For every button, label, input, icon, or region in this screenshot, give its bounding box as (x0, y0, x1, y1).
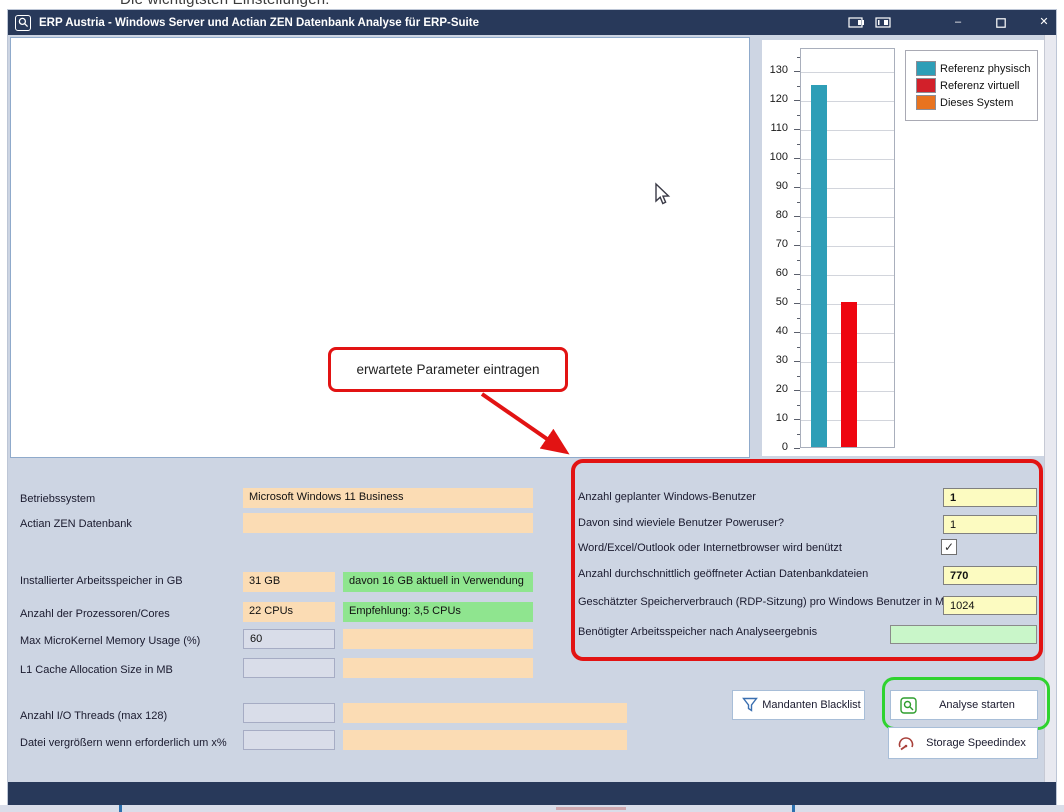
mandanten-blacklist-label: Mandanten Blacklist (759, 699, 864, 711)
datei-vergroessern-field[interactable] (243, 730, 335, 750)
legend-item: Dieses System (916, 95, 1031, 110)
ytick-label: 90 (776, 180, 788, 192)
arbeitsspeicher-field[interactable]: 31 GB (243, 572, 335, 592)
main-content-panel (10, 37, 750, 458)
ytick-label: 60 (776, 267, 788, 279)
analyse-starten-button[interactable]: Analyse starten (890, 690, 1038, 720)
annotation-callout: erwartete Parameter eintragen (328, 347, 568, 392)
ytick-label: 20 (776, 383, 788, 395)
chart-bar-1 (841, 302, 857, 447)
chart-bar-0 (811, 85, 827, 447)
chart-plot (800, 48, 895, 448)
prozessoren-info: Empfehlung: 3,5 CPUs (343, 602, 533, 622)
ytick-label: 30 (776, 354, 788, 366)
mandanten-blacklist-button[interactable]: Mandanten Blacklist (732, 690, 865, 720)
window-title: ERP Austria - Windows Server und Actian … (39, 17, 479, 29)
chart-legend: Referenz physisch Referenz virtuell Dies… (905, 50, 1038, 121)
ytick-label: 120 (770, 93, 788, 105)
maximize-icon (996, 18, 1006, 28)
ytick-label: 80 (776, 209, 788, 221)
actian-zen-field[interactable] (243, 513, 533, 533)
cascade-windows-icon[interactable] (841, 10, 871, 35)
ytick-label: 110 (770, 122, 788, 134)
l1-cache-label: L1 Cache Allocation Size in MB (20, 664, 173, 676)
betriebssystem-label: Betriebssystem (20, 493, 95, 505)
io-threads-field[interactable] (243, 703, 335, 723)
legend-swatch-dieses-system (916, 95, 936, 110)
chart-panel: 0 10 20 30 40 50 60 70 80 90 100 110 120 130 Referenz… (762, 40, 1044, 456)
chart-y-axis: 0102030405060708090100110120130 (762, 48, 800, 448)
screen: Die wichtigtsten Einstellungen: ERP Aust… (0, 0, 1064, 812)
background-page-text: Die wichtigtsten Einstellungen: (120, 0, 330, 8)
close-button[interactable]: ✕ (1029, 10, 1059, 35)
storage-speedindex-button[interactable]: Storage Speedindex (888, 727, 1038, 759)
annotation-callout-text: erwartete Parameter eintragen (356, 362, 539, 377)
legend-label: Referenz virtuell (940, 80, 1019, 92)
datei-vergroessern-label: Datei vergrößern wenn erforderlich um x% (20, 737, 227, 749)
ytick-label: 70 (776, 238, 788, 250)
background-artifact (556, 807, 626, 810)
arbeitsspeicher-label: Installierter Arbeitsspeicher in GB (20, 575, 183, 587)
legend-item: Referenz virtuell (916, 78, 1031, 93)
close-icon: ✕ (1039, 17, 1048, 28)
speedometer-icon (897, 734, 915, 752)
actian-zen-label: Actian ZEN Datenbank (20, 518, 132, 530)
ytick-label: 130 (770, 64, 788, 76)
side-by-side-windows-icon[interactable] (868, 10, 898, 35)
background-divider-mark (119, 805, 122, 812)
legend-swatch-referenz-physisch (916, 61, 936, 76)
storage-speedindex-label: Storage Speedindex (915, 737, 1037, 749)
minimize-button[interactable]: – (943, 10, 973, 35)
analyse-magnifier-icon (899, 696, 917, 714)
legend-item: Referenz physisch (916, 61, 1031, 76)
window-edge-strip (1044, 35, 1056, 782)
microkernel-field[interactable]: 60 (243, 629, 335, 649)
datei-vergroessern-info[interactable] (343, 730, 627, 750)
window-bottom-bar (8, 782, 1056, 805)
prozessoren-label: Anzahl der Prozessoren/Cores (20, 608, 170, 620)
legend-label: Dieses System (940, 97, 1013, 109)
ytick-label: 100 (770, 151, 788, 163)
maximize-button[interactable] (986, 10, 1016, 35)
annotation-arrow (463, 390, 588, 475)
ytick-label: 50 (776, 296, 788, 308)
ytick-label: 0 (782, 441, 788, 453)
betriebssystem-field[interactable]: Microsoft Windows 11 Business (243, 488, 533, 508)
microkernel-info[interactable] (343, 629, 533, 649)
red-highlight-box (571, 459, 1043, 661)
ytick-label: 40 (776, 325, 788, 337)
mouse-cursor (652, 182, 674, 208)
legend-label: Referenz physisch (940, 63, 1031, 75)
io-threads-label: Anzahl I/O Threads (max 128) (20, 710, 167, 722)
microkernel-label: Max MicroKernel Memory Usage (%) (20, 635, 200, 647)
analyse-starten-label: Analyse starten (917, 699, 1037, 711)
l1-cache-field[interactable] (243, 658, 335, 678)
ytick-major (794, 448, 800, 449)
l1-cache-info[interactable] (343, 658, 533, 678)
titlebar: ERP Austria - Windows Server und Actian … (8, 10, 1056, 35)
magnifier-app-icon (15, 15, 31, 31)
filter-funnel-icon (741, 696, 759, 714)
legend-swatch-referenz-virtuell (916, 78, 936, 93)
minimize-icon: – (955, 17, 961, 28)
prozessoren-field[interactable]: 22 CPUs (243, 602, 335, 622)
io-threads-info[interactable] (343, 703, 627, 723)
app-window: ERP Austria - Windows Server und Actian … (8, 10, 1056, 805)
ytick-label: 10 (776, 412, 788, 424)
arbeitsspeicher-info: davon 16 GB aktuell in Verwendung (343, 572, 533, 592)
background-bottom-strip (0, 805, 1064, 812)
chart-gridline (801, 72, 894, 73)
background-divider-mark (792, 805, 795, 812)
